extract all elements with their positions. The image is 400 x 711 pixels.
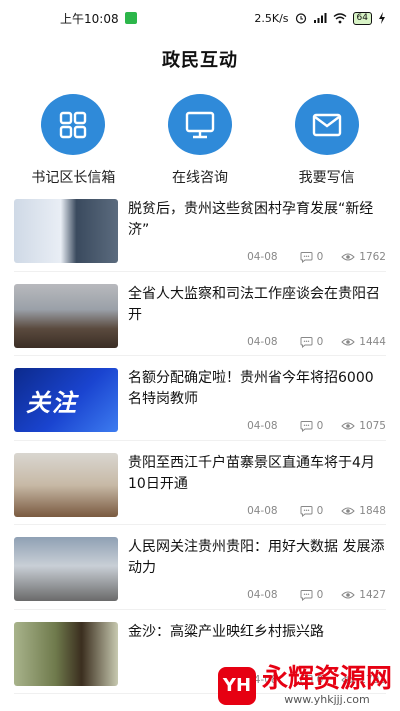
comment-count: 0: [316, 504, 324, 517]
comment-icon: [300, 336, 313, 348]
news-meta: 04-08 0 1075: [247, 420, 386, 432]
news-title: 全省人大监察和司法工作座谈会在贵阳召开: [128, 285, 380, 323]
watermark-logo: YH: [217, 666, 256, 705]
watermark-name: 永辉资源网: [261, 664, 392, 694]
news-thumbnail: 关注: [14, 368, 118, 432]
news-title: 人民网关注贵州贵阳：用好大数据 发展添动力: [128, 539, 385, 576]
signal-icon: [313, 13, 327, 23]
eye-icon: [341, 591, 355, 599]
wechat-notification-icon: [124, 12, 137, 24]
network-speed: 2.5K/s: [254, 11, 289, 25]
quick-actions: 书记区长信箱 在线咨询 我要写信: [0, 82, 400, 187]
action-label: 在线咨询: [171, 170, 228, 186]
news-item[interactable]: 人民网关注贵州贵阳：用好大数据 发展添动力 04-08 0 1427: [14, 525, 386, 610]
news-list: 脱贫后，贵州这些贫困村孕育发展“新经济” 04-08 0 1762 全省人大监察…: [0, 187, 400, 694]
status-right: 2.5K/s 64: [254, 11, 386, 25]
comment-group: 0: [300, 420, 324, 432]
news-body: 全省人大监察和司法工作座谈会在贵阳召开 04-08 0 1444: [128, 284, 386, 348]
watermark-text: 永辉资源网 www.yhkjjj.com: [262, 666, 392, 705]
action-online-consult[interactable]: 在线咨询: [140, 94, 260, 187]
status-time: 上午10:08: [60, 11, 119, 26]
news-item[interactable]: 贵阳至西江千户苗寨景区直通车将于4月10日开通 04-08 0 1848: [14, 441, 386, 525]
action-label: 书记区长信箱: [31, 170, 116, 186]
grid-icon: [41, 94, 106, 155]
comment-count: 0: [316, 251, 324, 263]
view-group: 1848: [341, 505, 386, 517]
news-meta: 04-08 0 1427: [247, 589, 386, 601]
news-date: 04-08: [247, 420, 278, 432]
news-date: 04-08: [247, 504, 278, 517]
view-group: 1762: [341, 251, 386, 263]
news-meta: 04-08 0 1444: [247, 336, 386, 348]
news-body: 名额分配确定啦！贵州省今年将招6000名特岗教师 04-08 0 1075: [128, 368, 386, 432]
news-thumbnail: [14, 621, 118, 686]
news-title: 贵阳至西江千户苗寨景区直通车将于4月10日开通: [128, 454, 375, 492]
news-thumbnail: [14, 452, 118, 517]
comment-group: 0: [300, 589, 324, 601]
eye-icon: [341, 253, 355, 261]
comment-icon: [300, 421, 313, 432]
news-thumbnail: [14, 283, 118, 348]
eye-icon: [341, 507, 355, 514]
comment-group: 0: [300, 251, 324, 263]
news-date: 04-08: [247, 589, 278, 601]
watermark-url: www.yhkjjj.com: [284, 693, 370, 706]
view-group: 1075: [341, 420, 386, 432]
status-bar: 上午10:08 2.5K/s 64: [0, 0, 400, 36]
battery-icon: 64: [352, 11, 372, 25]
action-write-letter[interactable]: 我要写信: [267, 94, 387, 187]
eye-icon: [341, 422, 355, 430]
monitor-icon: [167, 94, 232, 155]
wifi-icon: [333, 13, 346, 24]
news-title: 金沙：高粱产业映红乡村振兴路: [128, 623, 324, 640]
comment-count: 0: [316, 420, 324, 432]
page-title: 政民互动: [162, 50, 238, 71]
view-count: 1762: [359, 251, 386, 263]
comment-count: 0: [316, 589, 324, 601]
news-item[interactable]: 全省人大监察和司法工作座谈会在贵阳召开 04-08 0 1444: [14, 272, 386, 356]
news-thumbnail: [14, 199, 118, 263]
view-count: 1848: [359, 504, 386, 517]
thumbnail-caption: 关注: [26, 388, 78, 417]
news-meta: 04-08 0 1762: [247, 251, 386, 263]
comment-icon: [300, 505, 313, 517]
action-label: 我要写信: [298, 170, 355, 186]
watermark: YH 永辉资源网 www.yhkjjj.com: [217, 666, 392, 705]
comment-icon: [300, 252, 313, 263]
news-body: 脱贫后，贵州这些贫困村孕育发展“新经济” 04-08 0 1762: [128, 199, 386, 263]
comment-icon: [300, 590, 313, 601]
eye-icon: [341, 338, 355, 345]
view-count: 1444: [359, 335, 386, 348]
mail-icon: [294, 94, 359, 155]
comment-count: 0: [316, 335, 324, 348]
news-date: 04-08: [247, 251, 278, 263]
charging-icon: [379, 12, 385, 24]
comment-group: 0: [300, 335, 324, 348]
news-title: 脱贫后，贵州这些贫困村孕育发展“新经济”: [128, 201, 374, 238]
title-bar: 政民互动: [0, 36, 400, 82]
news-thumbnail: [14, 537, 118, 601]
view-count: 1075: [359, 420, 386, 432]
news-title: 名额分配确定啦！贵州省今年将招6000名特岗教师: [128, 370, 374, 407]
news-body: 贵阳至西江千户苗寨景区直通车将于4月10日开通 04-08 0 1848: [128, 453, 386, 517]
news-body: 人民网关注贵州贵阳：用好大数据 发展添动力 04-08 0 1427: [128, 537, 386, 601]
news-date: 04-08: [247, 335, 278, 348]
action-secretary-mailbox[interactable]: 书记区长信箱: [13, 94, 133, 187]
comment-group: 0: [300, 504, 324, 517]
view-group: 1444: [341, 336, 386, 348]
news-item[interactable]: 脱贫后，贵州这些贫困村孕育发展“新经济” 04-08 0 1762: [14, 187, 386, 272]
status-left: 上午10:08: [60, 10, 137, 27]
alarm-icon: [295, 13, 306, 24]
news-item[interactable]: 关注 名额分配确定啦！贵州省今年将招6000名特岗教师 04-08 0 1075: [14, 356, 386, 441]
view-count: 1427: [359, 589, 386, 601]
news-meta: 04-08 0 1848: [247, 505, 386, 517]
view-group: 1427: [341, 589, 386, 601]
